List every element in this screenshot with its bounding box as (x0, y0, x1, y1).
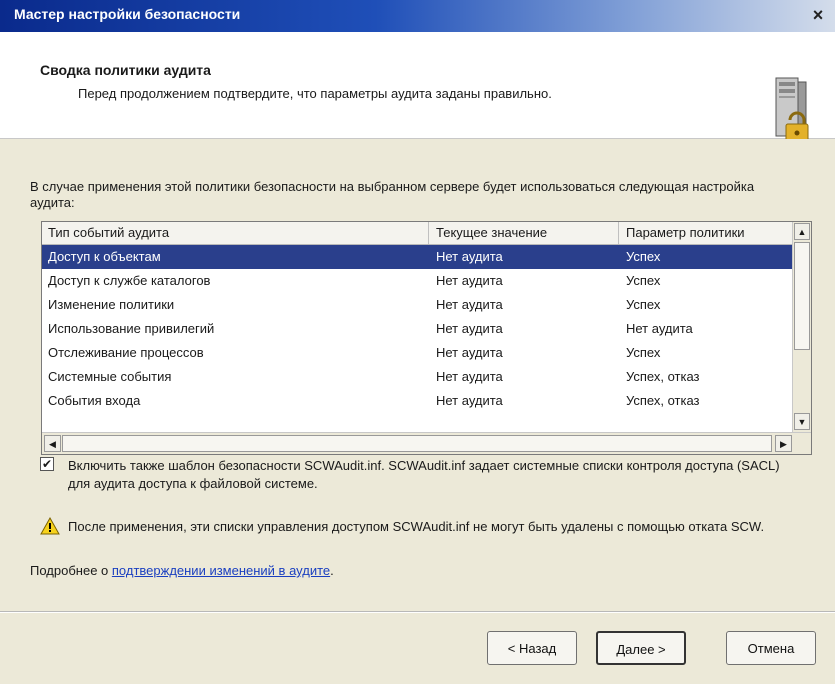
close-icon[interactable]: × (807, 4, 829, 26)
page-title: Сводка политики аудита (40, 62, 211, 78)
cell-current-value: Нет аудита (436, 249, 503, 264)
divider (0, 611, 835, 613)
column-header-event-type[interactable]: Тип событий аудита (48, 225, 169, 240)
cell-policy-setting: Успех, отказ (626, 393, 700, 408)
wizard-body: В случае применения этой политики безопа… (0, 139, 835, 684)
next-button[interactable]: Далее > (596, 631, 686, 665)
cell-event-type: Системные события (48, 369, 172, 384)
cell-event-type: Доступ к службе каталогов (48, 273, 211, 288)
table-row[interactable]: События входа Нет аудита Успех, отказ (42, 389, 792, 413)
cell-policy-setting: Успех (626, 345, 661, 360)
column-header-policy-setting[interactable]: Параметр политики (626, 225, 786, 240)
scroll-thumb[interactable] (62, 435, 772, 452)
horizontal-scrollbar[interactable]: ◀ ▶ (42, 432, 811, 454)
wizard-header: Сводка политики аудита Перед продолжение… (0, 32, 835, 145)
include-template-label[interactable]: Включить также шаблон безопасности SCWAu… (68, 457, 788, 493)
cell-policy-setting: Успех (626, 249, 661, 264)
more-info-suffix: . (330, 563, 334, 578)
column-divider[interactable] (618, 222, 619, 244)
audit-changes-link[interactable]: подтверждении изменений в аудите (112, 563, 330, 578)
scroll-down-icon[interactable]: ▼ (794, 413, 810, 430)
column-header-current-value[interactable]: Текущее значение (436, 225, 547, 240)
cell-policy-setting: Успех (626, 297, 661, 312)
title-bar: Мастер настройки безопасности × (0, 0, 835, 32)
list-header: Тип событий аудита Текущее значение Пара… (42, 222, 792, 245)
cell-current-value: Нет аудита (436, 369, 503, 384)
more-info: Подробнее о подтверждении изменений в ау… (30, 563, 334, 578)
table-row[interactable]: Системные события Нет аудита Успех, отка… (42, 365, 792, 389)
cell-event-type: Доступ к объектам (48, 249, 161, 264)
cell-current-value: Нет аудита (436, 297, 503, 312)
include-template-checkbox[interactable]: ✔ (40, 457, 54, 471)
cell-current-value: Нет аудита (436, 321, 503, 336)
cell-current-value: Нет аудита (436, 393, 503, 408)
window-title: Мастер настройки безопасности (14, 6, 241, 22)
cell-policy-setting: Нет аудита (626, 321, 693, 336)
page-subtitle: Перед продолжением подтвердите, что пара… (78, 86, 552, 101)
cell-current-value: Нет аудита (436, 273, 503, 288)
cell-current-value: Нет аудита (436, 345, 503, 360)
cancel-button[interactable]: Отмена (726, 631, 816, 665)
cell-event-type: Изменение политики (48, 297, 175, 312)
table-row[interactable]: Доступ к объектам Нет аудита Успех (42, 245, 792, 269)
cell-policy-setting: Успех (626, 273, 661, 288)
table-row[interactable]: Изменение политики Нет аудита Успех (42, 293, 792, 317)
cell-event-type: Отслеживание процессов (48, 345, 204, 360)
cell-event-type: События входа (48, 393, 141, 408)
table-row[interactable]: Доступ к службе каталогов Нет аудита Усп… (42, 269, 792, 293)
warning-icon (40, 517, 60, 535)
table-row[interactable]: Отслеживание процессов Нет аудита Успех (42, 341, 792, 365)
scroll-thumb[interactable] (794, 242, 810, 350)
scroll-up-icon[interactable]: ▲ (794, 223, 810, 240)
scroll-left-icon[interactable]: ◀ (44, 435, 61, 452)
warning-text: После применения, эти списки управления … (68, 519, 765, 534)
intro-text: В случае применения этой политики безопа… (30, 179, 755, 210)
table-row[interactable]: Использование привилегий Нет аудита Нет … (42, 317, 792, 341)
audit-settings-list[interactable]: Тип событий аудита Текущее значение Пара… (41, 221, 812, 455)
column-divider[interactable] (428, 222, 429, 244)
back-button[interactable]: < Назад (487, 631, 577, 665)
more-info-prefix: Подробнее о (30, 563, 112, 578)
vertical-scrollbar[interactable]: ▲ ▼ (792, 222, 811, 432)
cell-event-type: Использование привилегий (48, 321, 215, 336)
scroll-right-icon[interactable]: ▶ (775, 435, 792, 452)
cell-policy-setting: Успех, отказ (626, 369, 700, 384)
